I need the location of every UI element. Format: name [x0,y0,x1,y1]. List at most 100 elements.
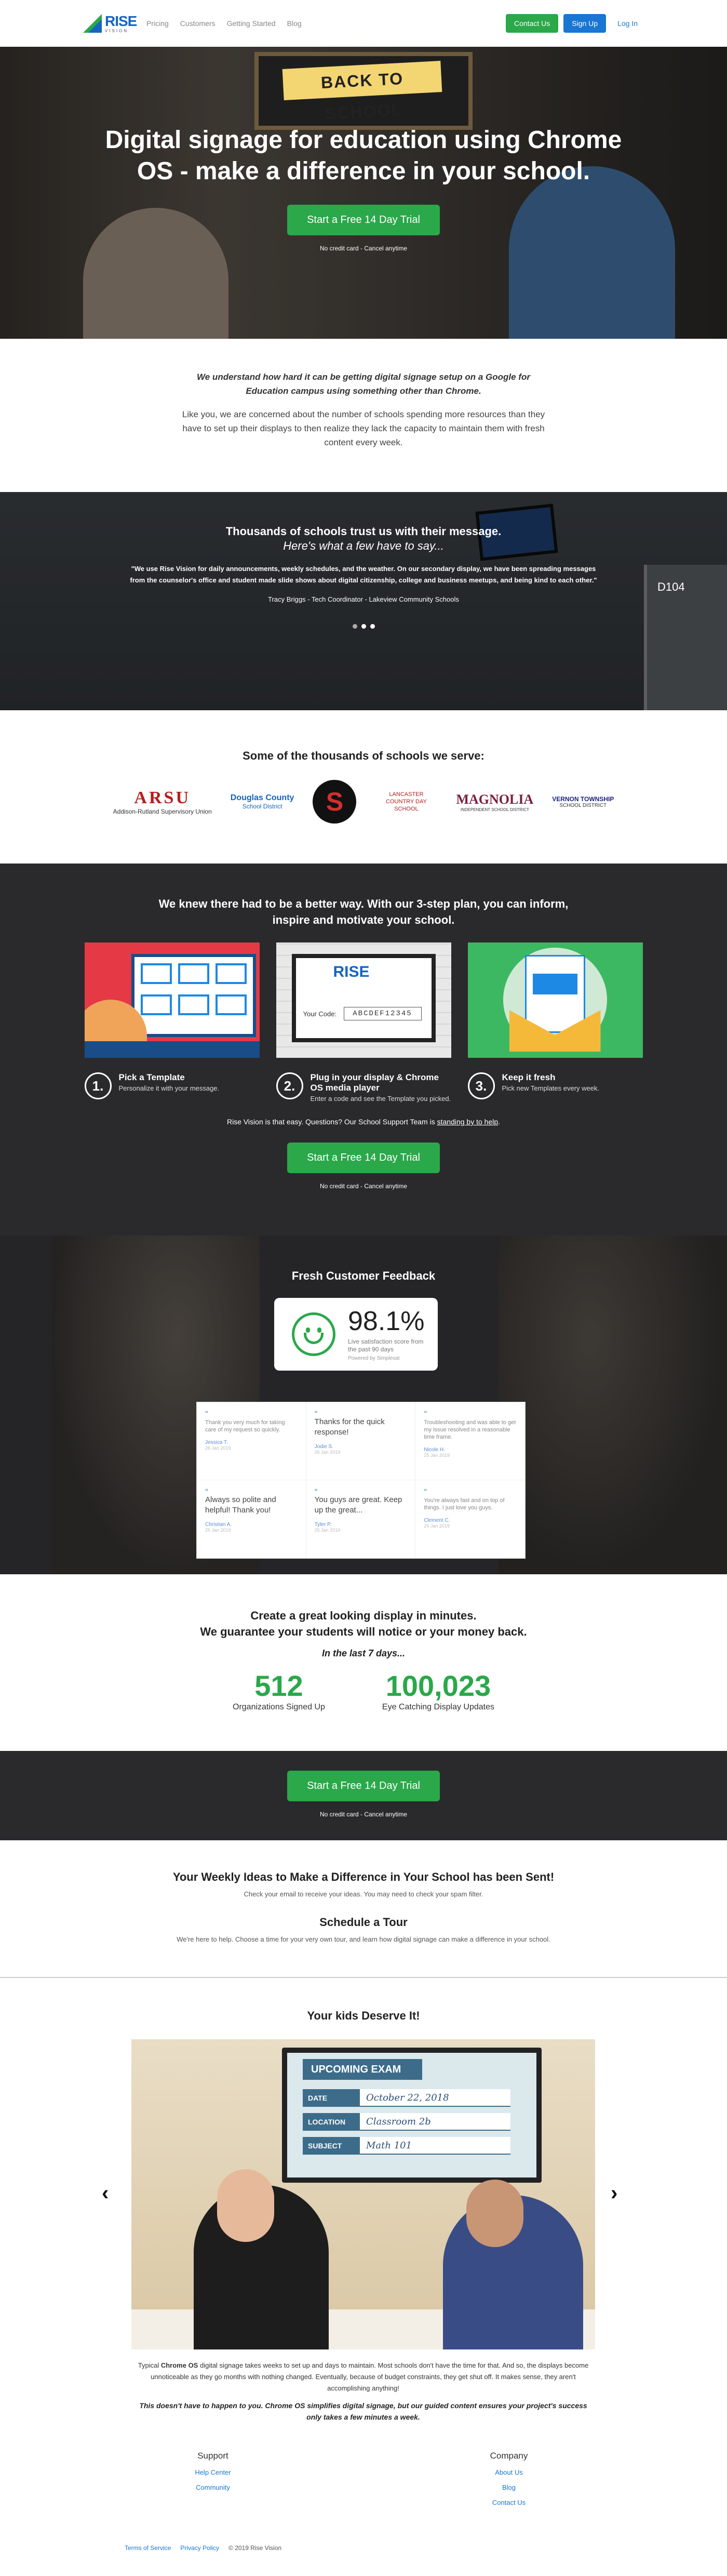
footer-support-title: Support [197,2451,228,2461]
copyright: © 2019 Rise Vision [228,2544,282,2552]
nav-link-customers[interactable]: Customers [180,19,216,28]
footer-bottom: Terms of Service Privacy Policy © 2019 R… [125,2544,281,2552]
carousel-dot-active[interactable] [361,624,366,629]
footer-link-blog[interactable]: Blog [478,2484,540,2491]
footer: Support Help Center Community Company Ab… [0,2425,727,2576]
exam-display: UPCOMING EXAM DATE October 22, 2018 LOCAT… [282,2048,542,2183]
satisfaction-note: Live satisfaction score from the past 90… [348,1337,424,1353]
smiley-icon [292,1312,335,1356]
feedback-item: “Troubleshooting and was able to get my … [415,1402,525,1480]
band-trial-button[interactable]: Start a Free 14 Day Trial [287,1771,440,1801]
template-picker-illustration [84,942,260,1058]
nav-link-getting-started[interactable]: Getting Started [226,19,275,28]
carousel-dots [0,624,727,629]
intro-section: We understand how hard it can be getting… [0,339,727,492]
footer-link-community[interactable]: Community [182,2484,244,2491]
satisfaction-card: 98.1% Live satisfaction score from the p… [274,1298,438,1371]
ideas-sent-section: Your Weekly Ideas to Make a Difference i… [0,1840,727,1978]
door-label: D104 [657,580,685,593]
feedback-item: “Thanks for the quick response! Jodie S. 2… [306,1402,416,1480]
nav-link-blog[interactable]: Blog [287,19,302,28]
schools-section: Some of the thousands of schools we serv… [0,710,727,864]
privacy-link[interactable]: Privacy Policy [180,2544,219,2552]
school-logo-lancaster: LANCASTER COUNTRY DAY SCHOOL [386,791,427,812]
exam-row: LOCATION Classroom 2b [303,2113,510,2131]
student-man-face [466,2180,523,2247]
footer-support-column: Support Help Center Community [182,2451,244,2499]
step-number: 1. [84,1072,112,1099]
exam-row: DATE October 22, 2018 [303,2089,510,2107]
logo-subtext: VISION [105,28,129,33]
feedback-item: “You guys are great. Keep up the great..… [306,1480,416,1558]
schools-title: Some of the thousands of schools we serv… [243,749,484,762]
display-code: ABCDEF12345 [343,1007,422,1020]
testimonial-quote: "We use Rise Vision for daily announceme… [130,565,597,584]
code-label: Your Code: [303,1010,337,1018]
support-text: Rise Vision is that easy. Questions? Our… [226,1118,501,1126]
hero-section: BACK TO SCHOOL Digital signage for educa… [0,47,727,339]
step-title: Keep it fresh [502,1072,556,1082]
nav-link-pricing[interactable]: Pricing [146,19,169,28]
schedule-tour-text: We're here to help. Choose a time for yo… [177,1935,550,1943]
plan-trial-button[interactable]: Start a Free 14 Day Trial [287,1143,440,1173]
step-card-1: 1. Pick a Template Personalize it with yo… [84,942,260,1103]
support-link[interactable]: standing by to help [437,1118,499,1126]
contact-us-button[interactable]: Contact Us [506,14,559,33]
step-desc: Personalize it with your message. [118,1084,220,1092]
footer-link-about[interactable]: About Us [478,2468,540,2476]
feedback-item: “Always so polite and helpful! Thank you… [197,1480,306,1558]
step-card-3: 3. Keep it fresh Pick new Templates every… [467,942,643,1103]
exam-row: SUBJECT Math 101 [303,2137,510,2155]
step-desc: Enter a code and see the Template you pi… [310,1095,451,1103]
feedback-item: “You're always fast and on top of things… [415,1480,525,1558]
feedback-section: Fresh Customer Feedback 98.1% Live satis… [0,1236,727,1574]
feedback-item: “Thank you very much for taking care of … [197,1402,306,1480]
plan-subtext: No credit card - Cancel anytime [319,1183,408,1190]
exam-heading: UPCOMING EXAM [303,2059,422,2080]
step-desc: Pick new Templates every week. [502,1084,600,1092]
kids-title: Your kids Deserve It! [307,2009,420,2022]
terms-link[interactable]: Terms of Service [125,2544,171,2552]
feedback-title: Fresh Customer Feedback [291,1269,436,1282]
school-logo-mascot: S [313,780,357,824]
carousel-dot[interactable] [370,624,375,629]
kids-emphasis: This doesn't have to happen to you. Chro… [139,2401,587,2421]
hero-trial-button[interactable]: Start a Free 14 Day Trial [287,205,440,235]
intro-body: Like you, we are concerned about the num… [182,409,545,447]
testimonial-title: Thousands of schools trust us with their… [225,525,502,538]
carousel-prev-arrow[interactable]: ‹ [102,2182,109,2205]
hero-title: Digital signage for education using Chro… [105,126,622,185]
stats-section: Create a great looking display in minute… [0,1574,727,1751]
log-in-link[interactable]: Log In [611,19,644,28]
footer-link-contact[interactable]: Contact Us [478,2499,540,2506]
carousel-dot[interactable] [352,624,357,629]
logo-text: RISE [105,12,137,29]
display-code-illustration: RISE Your Code: ABCDEF12345 [276,942,451,1058]
hero-subtext: No credit card - Cancel anytime [319,245,408,252]
schedule-tour-title: Schedule a Tour [319,1916,408,1929]
rise-vision-logo[interactable]: RISE VISION [83,14,140,33]
step-title: Pick a Template [118,1072,185,1082]
intro-lead: We understand how hard it can be getting… [197,372,530,396]
satisfaction-score: 98.1% [348,1306,425,1336]
carousel-next-arrow[interactable]: › [611,2182,617,2205]
testimonial-subtitle: Here's what a few have to say... [283,539,444,552]
top-nav: RISE VISION Pricing Customers Getting St… [0,0,727,47]
kids-section: Your kids Deserve It! ‹ › UPCOMING EXAM … [0,1978,727,2425]
ideas-sent-title: Your Weekly Ideas to Make a Difference i… [172,1870,555,1883]
testimonial-section: D104 Thousands of schools trust us with … [0,492,727,710]
classroom-photo: UPCOMING EXAM DATE October 22, 2018 LOCAT… [131,2039,595,2349]
plan-title: We knew there had to be a better way. Wi… [158,897,569,926]
step-number: 3. [467,1072,495,1099]
sign-up-button[interactable]: Sign Up [563,14,607,33]
kids-body: Typical Chrome OS digital signage takes … [138,2361,589,2392]
student-woman-face [217,2169,274,2242]
footer-link-help-center[interactable]: Help Center [182,2468,244,2476]
school-logo-douglas-county: Douglas County School District [230,793,294,810]
school-logo-vernon: VERNON TOWNSHIP SCHOOL DISTRICT [552,795,614,808]
band-subtext: No credit card - Cancel anytime [319,1811,408,1818]
logo-mark-icon [83,14,102,33]
footer-company-title: Company [490,2451,528,2461]
footer-company-column: Company About Us Blog Contact Us [478,2451,540,2514]
stat-updates: 100,023 Eye Catching Display Updates [382,1669,494,1712]
